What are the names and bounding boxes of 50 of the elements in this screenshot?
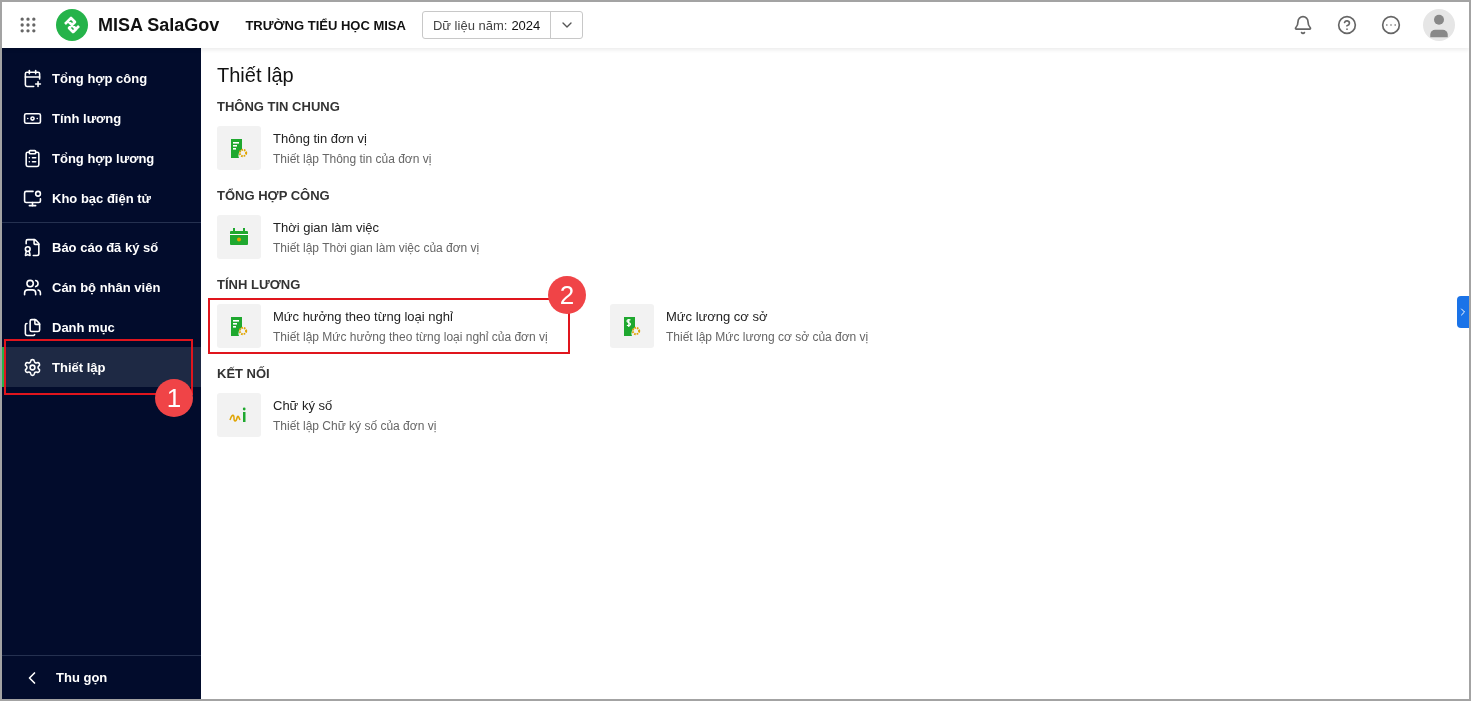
school-name: TRƯỜNG TIỂU HỌC MISA: [245, 17, 406, 33]
settings-card[interactable]: Chữ ký số Thiết lập Chữ ký số của đơn vị: [217, 393, 566, 437]
app-grid-icon[interactable]: [18, 15, 38, 35]
section-title: KẾT NỐI: [217, 366, 270, 381]
settings-card[interactable]: Mức lương cơ sở Thiết lập Mức lương cơ sở của đơn vị: [610, 304, 959, 348]
year-select[interactable]: Dữ liệu năm: 2024: [421, 11, 584, 39]
page-title: Thiết lập: [217, 64, 295, 87]
step-badge: 2: [548, 276, 586, 314]
help-icon[interactable]: [1337, 15, 1357, 35]
card-title: Thông tin đơn vị: [273, 130, 368, 146]
people-icon: [23, 277, 42, 297]
sidebar-item[interactable]: Thiết lập: [2, 347, 201, 387]
calendar-plus-icon: [23, 68, 42, 88]
sidebar-item[interactable]: Tổng hợp lương: [2, 138, 201, 178]
settings-icon: [23, 357, 42, 377]
sidebar-item[interactable]: Danh mục: [2, 307, 201, 347]
sidebar-item[interactable]: Cán bộ nhân viên: [2, 267, 201, 307]
sidebar-item[interactable]: Báo cáo đã ký số: [2, 227, 201, 267]
sidebar-item[interactable]: Kho bạc điện tử: [2, 178, 201, 218]
settings-card[interactable]: Thông tin đơn vị Thiết lập Thông tin của đơn vị: [217, 126, 566, 170]
card-title: Mức lương cơ sở: [666, 308, 769, 324]
card-description: Thiết lập Chữ ký số của đơn vị: [273, 418, 437, 433]
notification-icon[interactable]: [1293, 15, 1313, 35]
avatar[interactable]: [1423, 9, 1455, 41]
card-description: Thiết lập Mức lương cơ sở của đơn vị: [666, 329, 869, 344]
section-title: THÔNG TIN CHUNG: [217, 99, 340, 114]
card-description: Thiết lập Thông tin của đơn vị: [273, 151, 432, 166]
card-title: Mức hưởng theo từng loại nghỉ: [273, 308, 454, 324]
more-icon[interactable]: [1381, 15, 1401, 35]
sidebar-item[interactable]: Tổng hợp công: [2, 58, 201, 98]
money-document-icon: [621, 315, 643, 337]
documents-icon: [23, 317, 42, 337]
document-gear-icon: [228, 137, 250, 159]
settings-card[interactable]: Thời gian làm việc Thiết lập Thời gian làm việc của đơn vị: [217, 215, 566, 259]
card-title: Chữ ký số: [273, 397, 334, 413]
clipboard-icon: [23, 148, 42, 168]
document-badge-icon: [23, 237, 42, 257]
calendar-icon: [228, 226, 250, 248]
card-title: Thời gian làm việc: [273, 219, 381, 235]
app-name: MISA SalaGov: [98, 14, 220, 36]
card-description: Thiết lập Mức hưởng theo từng loại nghỉ của đơn vị: [273, 329, 548, 344]
collapse-button[interactable]: Thu gọn: [2, 655, 201, 699]
card-description: Thiết lập Thời gian làm việc của đơn vị: [273, 240, 480, 255]
logo-icon: [56, 9, 88, 41]
document-gear-icon: [228, 315, 250, 337]
step-badge: 1: [155, 379, 193, 417]
sidebar-item[interactable]: Tính lương: [2, 98, 201, 138]
section-title: TỔNG HỢP CÔNG: [217, 188, 330, 203]
monitor-icon: [23, 188, 42, 208]
section-title: TÍNH LƯƠNG: [217, 277, 301, 292]
